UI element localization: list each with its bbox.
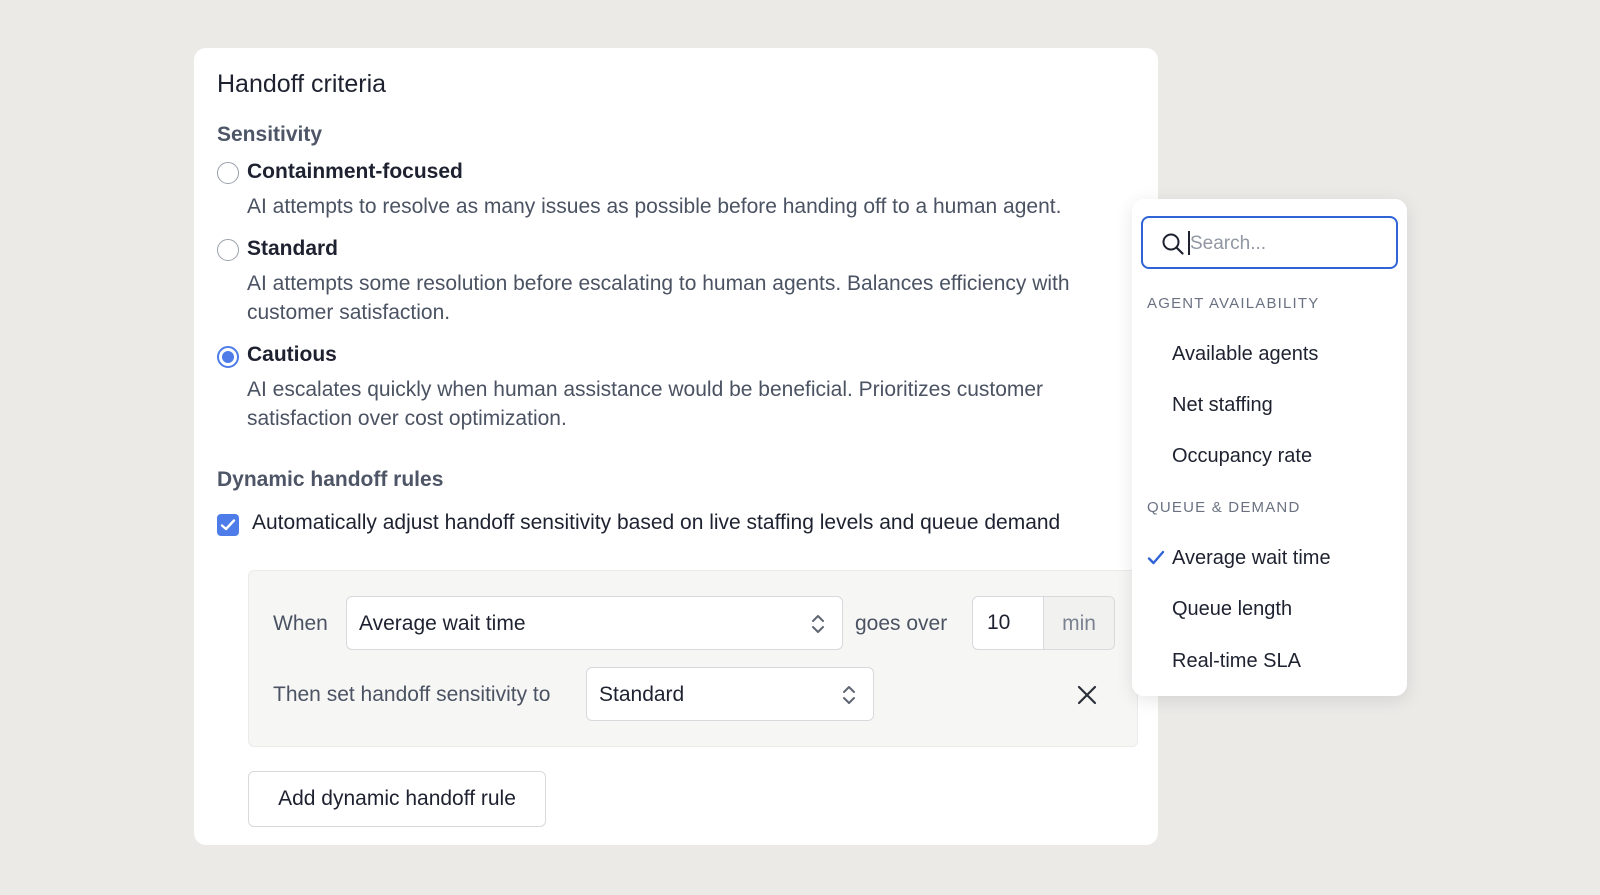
dynamic-rule-box: When Average wait time goes over 10 min … <box>248 570 1138 747</box>
threshold-unit: min <box>1043 597 1114 649</box>
menu-item-real-time-sla[interactable]: Real-time SLA <box>1172 650 1301 673</box>
menu-item-available-agents[interactable]: Available agents <box>1172 343 1318 366</box>
add-dynamic-handoff-rule-button[interactable]: Add dynamic handoff rule <box>248 771 546 827</box>
then-set-label: Then set handoff sensitivity to <box>273 683 551 706</box>
sensitivity-select[interactable]: Standard <box>586 667 874 721</box>
radio-standard[interactable] <box>217 239 239 261</box>
goes-over-label: goes over <box>855 612 948 635</box>
option-title-cautious[interactable]: Cautious <box>247 343 337 367</box>
when-label: When <box>273 612 328 635</box>
search-placeholder: Search... <box>1190 233 1267 254</box>
option-description-containment-focused: AI attempts to resolve as many issues as… <box>247 195 1062 218</box>
option-description-standard: AI attempts some resolution before escal… <box>247 272 1070 324</box>
threshold-input[interactable]: 10 min <box>972 596 1115 650</box>
search-icon <box>1162 233 1184 255</box>
chevron-up-down-icon <box>812 615 824 633</box>
menu-item-net-staffing[interactable]: Net staffing <box>1172 394 1273 417</box>
handoff-criteria-card: Handoff criteria Sensitivity Containment… <box>194 48 1158 845</box>
canvas: Handoff criteria Sensitivity Containment… <box>0 0 1600 895</box>
group-label-queue-demand: QUEUE & DEMAND <box>1147 499 1301 516</box>
metric-select[interactable]: Average wait time <box>346 596 843 650</box>
checkmark-icon <box>220 519 236 531</box>
metric-select-value: Average wait time <box>359 612 526 635</box>
remove-rule-button[interactable] <box>1076 684 1098 706</box>
dynamic-handoff-rules-label: Dynamic handoff rules <box>217 468 444 491</box>
menu-item-average-wait-time[interactable]: Average wait time <box>1172 547 1331 570</box>
group-label-agent-availability: AGENT AVAILABILITY <box>1147 295 1320 312</box>
option-title-containment-focused[interactable]: Containment-focused <box>247 160 463 184</box>
check-icon <box>1147 550 1165 565</box>
option-description-cautious: AI escalates quickly when human assistan… <box>247 378 1044 430</box>
threshold-value[interactable]: 10 <box>987 611 1010 635</box>
sensitivity-label: Sensitivity <box>217 123 323 146</box>
metric-dropdown-menu: Search... AGENT AVAILABILITY Available a… <box>1132 199 1407 696</box>
radio-containment-focused[interactable] <box>217 162 239 184</box>
option-title-standard[interactable]: Standard <box>247 237 338 261</box>
chevron-up-down-icon <box>843 686 855 704</box>
close-icon <box>1077 685 1097 705</box>
auto-adjust-label[interactable]: Automatically adjust handoff sensitivity… <box>252 511 1060 535</box>
auto-adjust-checkbox[interactable] <box>217 514 239 536</box>
menu-item-occupancy-rate[interactable]: Occupancy rate <box>1172 445 1312 468</box>
radio-cautious[interactable] <box>217 346 239 368</box>
search-input[interactable]: Search... <box>1141 216 1398 269</box>
card-title: Handoff criteria <box>217 70 387 98</box>
sensitivity-select-value: Standard <box>599 683 685 706</box>
menu-item-queue-length[interactable]: Queue length <box>1172 598 1292 621</box>
